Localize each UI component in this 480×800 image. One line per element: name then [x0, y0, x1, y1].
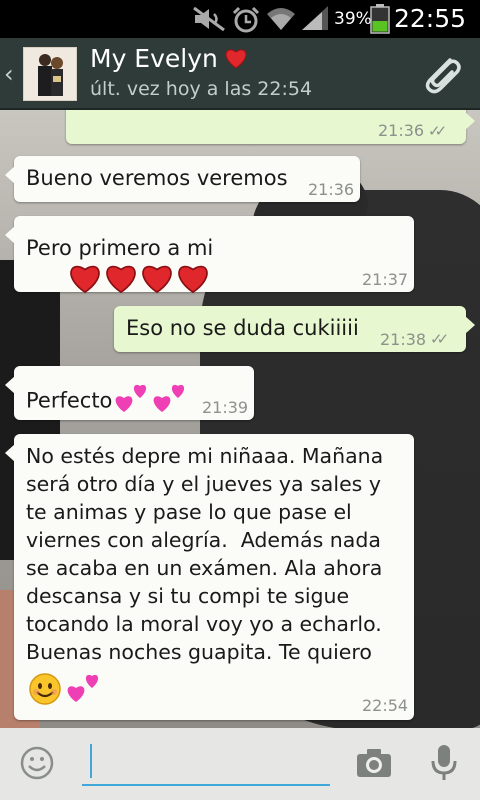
message-time: 22:54 [362, 696, 409, 715]
read-ticks-icon: ✓✓ [430, 330, 449, 348]
message-time: 21:36 [378, 121, 425, 140]
two-pink-hearts-icon [114, 382, 150, 421]
smiling-face-icon [28, 672, 62, 711]
back-chevron-icon[interactable]: ‹ [4, 60, 14, 88]
red-heart-icon [104, 262, 138, 301]
signal-icon [300, 6, 330, 36]
battery-icon [370, 4, 390, 38]
two-pink-hearts-icon [152, 382, 188, 421]
message-bubble-incoming[interactable]: Pero primero a mi 21:37 [5, 216, 414, 294]
message-text: Eso no se duda cukiiiii [126, 316, 359, 340]
clock-time: 22:55 [393, 4, 466, 33]
attach-icon[interactable] [420, 52, 464, 100]
red-heart-icon [176, 262, 210, 301]
chat-area[interactable]: 21:36 ✓✓ Bueno veremos veremos 21:36 Per… [0, 110, 480, 728]
message-text-content: Pero primero a mi [26, 236, 214, 260]
read-ticks-icon: ✓✓ [428, 122, 447, 140]
two-pink-hearts-icon [66, 672, 102, 709]
message-text: Bueno veremos veremos [26, 166, 288, 190]
last-seen-status: últ. vez hoy a las 22:54 [90, 78, 313, 100]
microphone-icon[interactable] [430, 744, 458, 786]
message-input[interactable] [82, 740, 330, 786]
red-heart-icon [68, 262, 102, 301]
red-heart-icon [224, 46, 248, 75]
text-caret [90, 744, 92, 778]
message-bubble-incoming[interactable]: Perfecto 21:39 [5, 366, 254, 421]
message-bubble-outgoing[interactable]: Eso no se duda cukiiiii 21:38 ✓✓ [114, 306, 475, 352]
message-time: 21:36 [308, 180, 355, 199]
mute-icon [192, 6, 226, 36]
message-bubble-incoming[interactable]: Bueno veremos veremos 21:36 [5, 156, 360, 202]
message-text: No estés depre mi niñaaa. Mañana será ot… [26, 444, 384, 664]
message-text-content: Perfecto [26, 388, 113, 413]
alarm-icon [232, 6, 260, 38]
message-time: 21:39 [202, 398, 249, 417]
message-bubble-outgoing[interactable]: 21:36 ✓✓ [66, 110, 475, 144]
status-bar: 39% 22:55 [0, 0, 480, 38]
battery-percent: 39% [334, 9, 372, 29]
message-input-bar [0, 728, 480, 800]
avatar[interactable] [23, 47, 77, 101]
contact-name-text: My Evelyn [90, 44, 218, 73]
message-time: 21:37 [362, 270, 409, 289]
message-bubble-incoming[interactable]: No estés depre mi niñaaa. Mañana será ot… [5, 434, 414, 720]
red-heart-icon [140, 262, 174, 301]
message-time: 21:38 [380, 330, 427, 349]
contact-name[interactable]: My Evelyn [90, 44, 248, 75]
wifi-icon [266, 6, 296, 36]
camera-icon[interactable] [356, 748, 392, 782]
chat-header: ‹ My Evelyn últ. vez hoy a las 22:54 [0, 38, 480, 110]
emoji-icon[interactable] [20, 746, 54, 784]
